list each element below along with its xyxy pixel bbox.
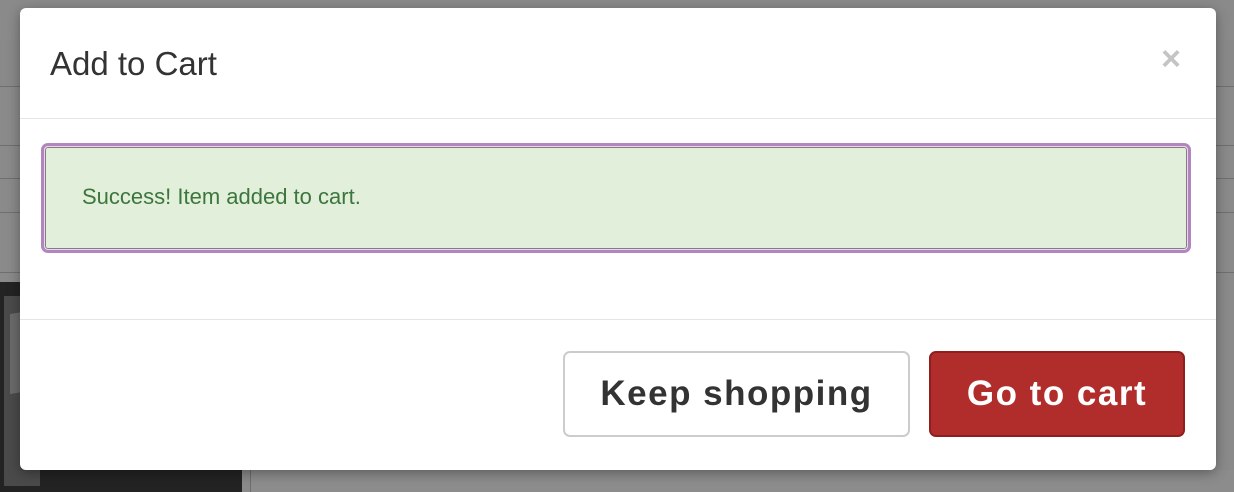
go-to-cart-button[interactable]: Go to cart [929,351,1185,437]
success-alert: Success! Item added to cart. [41,143,1191,253]
add-to-cart-modal: Add to Cart × Success! Item added to car… [20,8,1216,470]
success-message: Success! Item added to cart. [82,184,361,209]
modal-header: Add to Cart × [20,8,1216,119]
background-panel [250,470,1234,492]
modal-footer-divider [20,319,1216,320]
keep-shopping-button[interactable]: Keep shopping [563,351,910,437]
modal-title: Add to Cart [50,45,217,82]
close-icon[interactable]: × [1156,41,1186,77]
